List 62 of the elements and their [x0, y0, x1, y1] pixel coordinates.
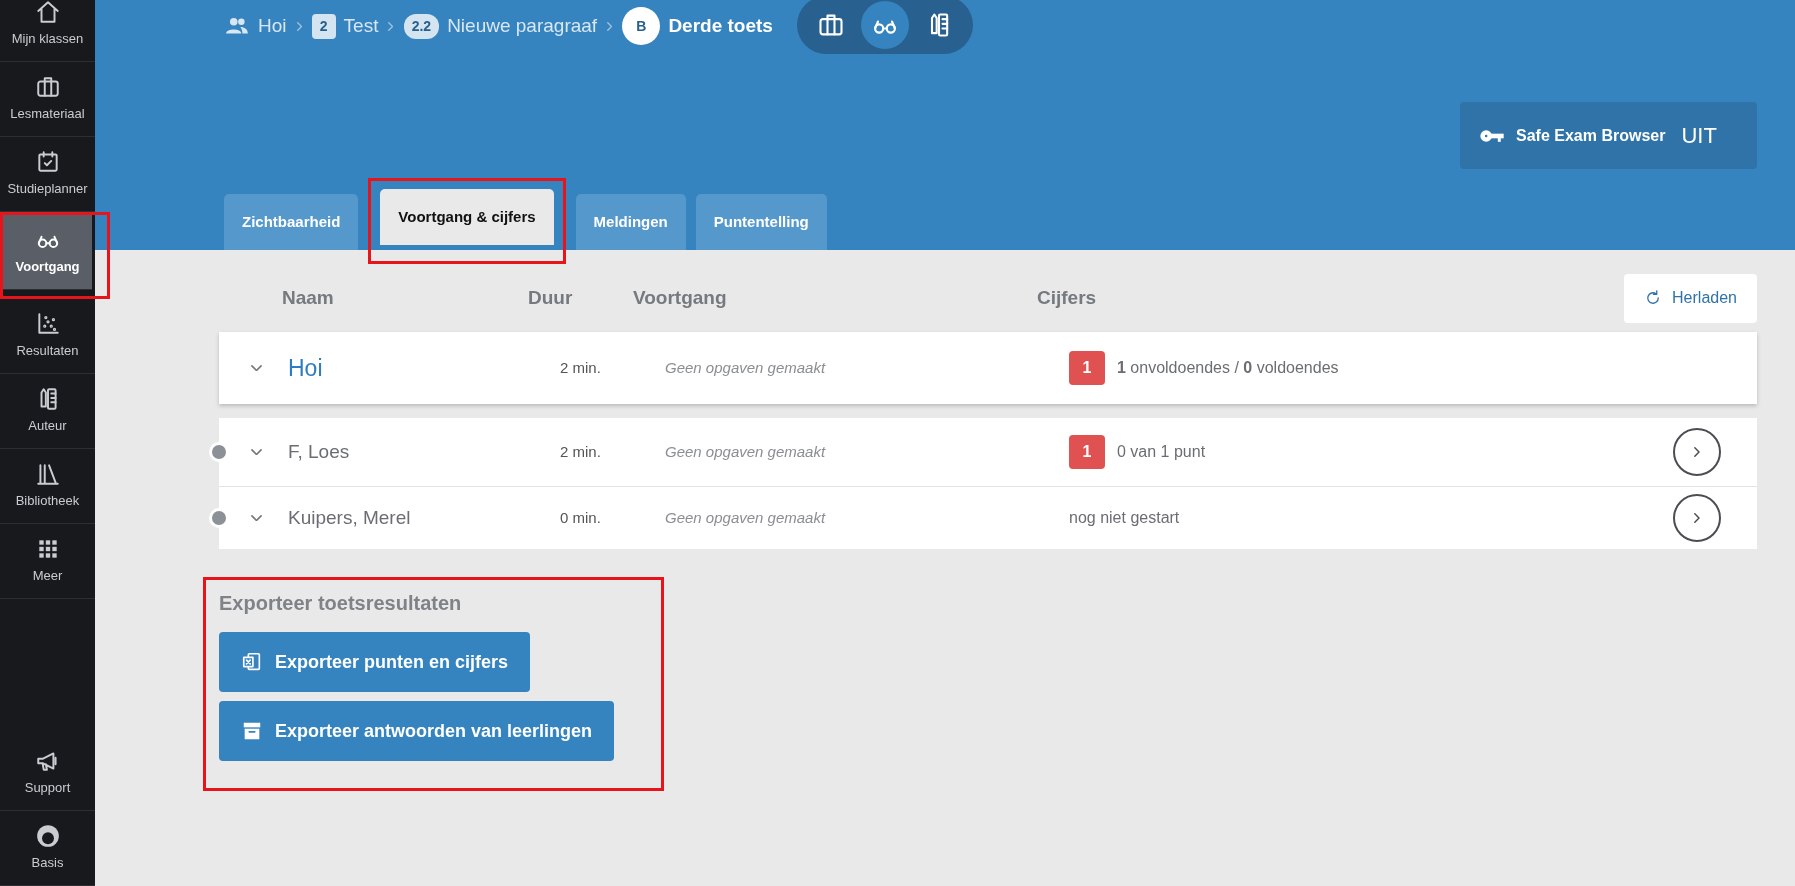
duration-text: 0 min. [560, 509, 601, 526]
setting-value: UIT [1681, 122, 1717, 150]
chevron-down-icon [251, 448, 262, 456]
chevron-down-icon [251, 364, 262, 372]
chevron-down-icon [251, 514, 262, 522]
breadcrumb-link[interactable]: 2 Test [311, 11, 379, 41]
spreadsheet-icon [241, 651, 263, 673]
grade-badge: 1 [1069, 351, 1105, 385]
sidebar-item[interactable]: Auteur [0, 374, 95, 449]
progress-text: Geen opgaven gemaakt [665, 359, 826, 376]
chevron-right-icon [296, 21, 302, 31]
export-button[interactable]: Exporteer antwoorden van leerlingen [219, 701, 615, 761]
view-mode-button[interactable] [860, 1, 909, 49]
duration-text: 2 min. [560, 359, 601, 376]
open-button[interactable] [1673, 428, 1721, 476]
open-button[interactable] [1673, 494, 1721, 542]
student-name: F, Loes [288, 440, 350, 462]
breadcrumb-label: Nieuwe paragraaf [447, 13, 598, 38]
student-row[interactable]: Kuipers, Merel 0 min. Geen opgaven gemaakt nog niet gestart [219, 487, 1757, 549]
chevron-right-icon [607, 21, 613, 31]
export-button[interactable]: Exporteer punten en cijfers [219, 632, 531, 692]
breadcrumb-label: Derde toets [668, 13, 773, 38]
books-icon [34, 461, 61, 488]
grade-badge: 1 [1069, 435, 1105, 469]
sidebar-item[interactable]: Support [0, 736, 95, 811]
setting-label: Safe Exam Browser [1516, 125, 1666, 146]
group-row[interactable]: Hoi 2 min. Geen opgaven gemaakt 1 1 onvoldoendes / 0 voldoendes [219, 332, 1757, 404]
progress-text: Geen opgaven gemaakt [665, 509, 826, 526]
archive-icon [241, 720, 263, 742]
level-badge: 2.2 [403, 13, 440, 39]
level-badge: B [622, 7, 661, 45]
column-header: Naam [282, 286, 334, 308]
sidebar-item[interactable]: Bibliotheek [0, 449, 95, 524]
chevron-right-icon [388, 21, 394, 31]
safe-exam-browser-toggle[interactable]: Safe Exam Browser UIT [1460, 102, 1757, 169]
tab[interactable]: Voortgang & cijfers [380, 189, 554, 245]
column-header: Cijfers [1037, 286, 1097, 308]
sidebar-item[interactable]: Resultaten [0, 299, 95, 374]
avatar-icon [34, 823, 61, 850]
grade-text: nog niet gestart [1069, 508, 1180, 528]
chevron-right-icon [1694, 447, 1700, 457]
student-row[interactable]: F, Loes 2 min. Geen opgaven gemaakt 1 0 van 1 punt [219, 418, 1757, 486]
sidebar-item[interactable]: Voortgang [3, 215, 92, 290]
breadcrumb-label: Hoi [258, 13, 287, 38]
duration-text: 2 min. [560, 443, 601, 460]
grade-text: 0 van 1 punt [1117, 442, 1206, 462]
group-name[interactable]: Hoi [288, 354, 323, 381]
breadcrumb-link[interactable]: B Derde toets [622, 7, 773, 45]
column-header: Voortgang [633, 286, 727, 308]
progress-text: Geen opgaven gemaakt [665, 443, 826, 460]
grade-text: 1 onvoldoendes / 0 voldoendes [1117, 358, 1339, 378]
sidebar-item[interactable]: Meer [0, 524, 95, 599]
home-icon [34, 0, 61, 25]
chevron-right-icon [1694, 513, 1700, 523]
sidebar-item[interactable]: Basis [0, 811, 95, 886]
section-title: Exporteer toetsresultaten [219, 591, 463, 616]
breadcrumb-label: Test [343, 13, 379, 38]
column-header: Duur [528, 286, 573, 308]
reload-button[interactable]: Herladen [1624, 273, 1757, 323]
breadcrumb-link[interactable]: 2.2 Nieuwe paragraaf [403, 11, 598, 41]
student-name: Kuipers, Merel [288, 506, 411, 528]
level-badge: 2 [311, 13, 336, 39]
